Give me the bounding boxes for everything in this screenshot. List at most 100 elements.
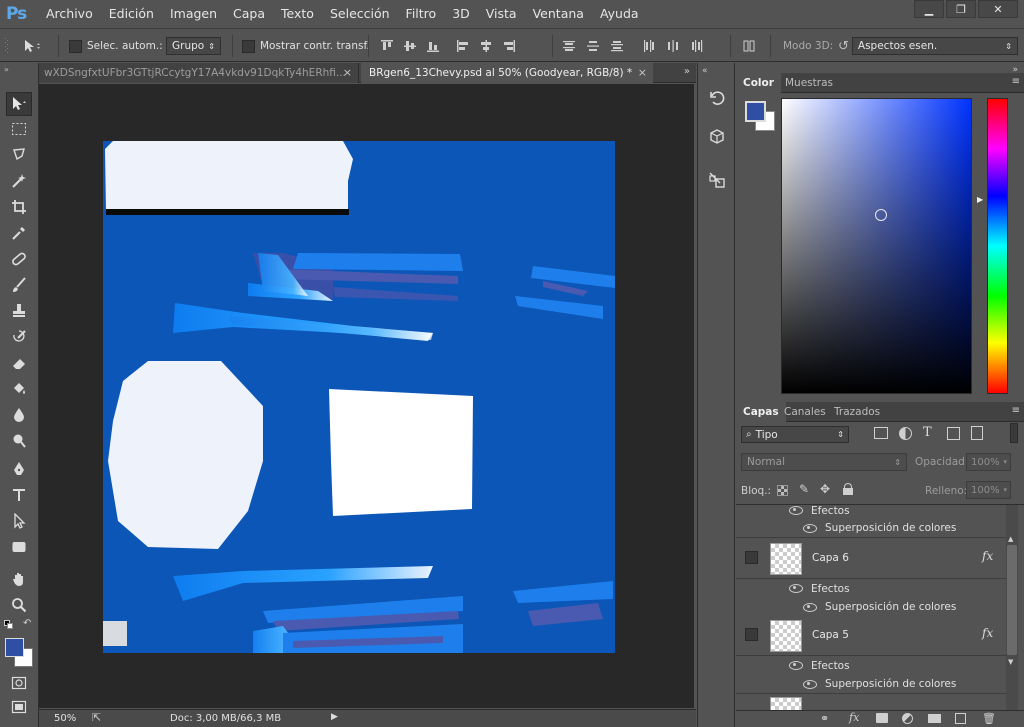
new-group-folder-icon[interactable]: [928, 714, 941, 723]
scrollbar-down-arrow-icon[interactable]: ▼: [1008, 658, 1013, 666]
properties-panel-icon[interactable]: [706, 169, 728, 191]
align-right-icon[interactable]: [500, 37, 518, 55]
menu-item-seleccion[interactable]: Selección: [322, 6, 398, 21]
opacity-field[interactable]: 100% ▾: [966, 453, 1011, 471]
filter-pixel-icon[interactable]: [874, 427, 888, 439]
fill-field[interactable]: 100% ▾: [966, 481, 1011, 499]
overlay-visibility-eye-icon[interactable]: [803, 523, 817, 533]
tab-color[interactable]: Color: [736, 73, 781, 93]
minimize-button[interactable]: ▁: [914, 0, 944, 18]
show-transform-checkbox[interactable]: [242, 39, 255, 53]
menu-item-ventana[interactable]: Ventana: [525, 6, 592, 21]
effects-row[interactable]: Efectos: [736, 656, 1006, 675]
menu-item-edicion[interactable]: Edición: [101, 6, 162, 21]
distribute-left-icon[interactable]: [640, 37, 658, 55]
align-vcenter-icon[interactable]: [401, 37, 419, 55]
swap-colors-icon[interactable]: ↶: [23, 618, 31, 629]
overlay-visibility-eye-icon[interactable]: [803, 602, 817, 612]
layer-fx-icon[interactable]: fx: [982, 626, 993, 640]
history-brush-icon[interactable]: [6, 325, 32, 349]
type-tool-icon[interactable]: [6, 483, 32, 507]
panel-menu-icon[interactable]: ≡: [1012, 405, 1020, 416]
color-panel-foreground-swatch[interactable]: [745, 101, 766, 122]
align-hcenter-icon[interactable]: [477, 37, 495, 55]
close-tab-icon[interactable]: ×: [638, 66, 647, 79]
effects-visibility-eye-icon[interactable]: [789, 661, 803, 670]
crop-tool-icon[interactable]: [6, 195, 32, 219]
panel-collapse-icon[interactable]: »: [4, 65, 9, 74]
layer-fx-icon[interactable]: fx: [982, 549, 993, 563]
hue-slider[interactable]: [987, 98, 1008, 394]
layer-mask-icon[interactable]: [876, 713, 888, 723]
effects-visibility-eye-icon[interactable]: [789, 506, 803, 515]
menu-item-imagen[interactable]: Imagen: [162, 6, 225, 21]
pen-tool-icon[interactable]: [6, 457, 32, 481]
quick-mask-icon[interactable]: [6, 671, 32, 695]
auto-align-icon[interactable]: [740, 37, 758, 55]
workspace-dropdown[interactable]: Aspectos esen. ⇕: [851, 37, 1018, 55]
menu-item-filtro[interactable]: Filtro: [398, 6, 445, 21]
clone-stamp-icon[interactable]: [6, 299, 32, 323]
tab-swatches[interactable]: Muestras: [778, 73, 840, 93]
brush-tool-icon[interactable]: [6, 273, 32, 297]
foreground-color-swatch[interactable]: [5, 638, 24, 657]
blend-mode-dropdown[interactable]: Normal ⇕: [741, 453, 907, 471]
layer-visibility-toggle[interactable]: [745, 551, 758, 564]
menu-item-texto[interactable]: Texto: [273, 6, 322, 21]
tab-channels[interactable]: Canales: [777, 402, 833, 422]
move-tool-icon[interactable]: [6, 92, 32, 116]
lock-position-icon[interactable]: ✥: [820, 482, 830, 496]
close-tab-icon[interactable]: ×: [343, 66, 352, 79]
distribute-bottom-icon[interactable]: [608, 37, 626, 55]
hand-tool-icon[interactable]: [6, 567, 32, 591]
tab-paths[interactable]: Trazados: [827, 402, 887, 422]
filter-shape-icon[interactable]: [947, 427, 960, 440]
layer-style-fx-icon[interactable]: fx: [849, 711, 859, 724]
auto-select-dropdown[interactable]: Grupo ⇕: [166, 37, 221, 55]
align-top-icon[interactable]: [378, 37, 396, 55]
blur-tool-icon[interactable]: [6, 403, 32, 427]
tab-document-1[interactable]: wXDSngfxtUFbr3GTtjRCcytgY17A4vkdv91DqkTy…: [39, 63, 359, 83]
filter-smart-object-icon[interactable]: [971, 426, 983, 440]
dodge-tool-icon[interactable]: [6, 429, 32, 453]
filter-type-icon[interactable]: T: [923, 425, 932, 440]
color-picker-field[interactable]: [781, 98, 972, 394]
effects-row[interactable]: Efectos: [736, 579, 1006, 598]
distribute-top-icon[interactable]: [560, 37, 578, 55]
document-workspace[interactable]: [39, 84, 694, 708]
scrollbar-up-arrow-icon[interactable]: ▲: [1008, 535, 1013, 543]
menu-item-capa[interactable]: Capa: [225, 6, 273, 21]
healing-brush-icon[interactable]: [6, 247, 32, 271]
tabs-overflow-icon[interactable]: »: [684, 66, 690, 77]
status-menu-arrow-icon[interactable]: ▶: [331, 712, 338, 722]
align-left-icon[interactable]: [454, 37, 472, 55]
lasso-tool-icon[interactable]: [6, 143, 32, 167]
filter-adjustment-icon[interactable]: [899, 427, 912, 440]
scrollbar-thumb[interactable]: [1007, 545, 1017, 655]
zoom-level[interactable]: 50%: [54, 713, 76, 724]
color-overlay-row[interactable]: Superposición de colores: [736, 598, 1006, 617]
marquee-tool-icon[interactable]: [6, 117, 32, 141]
paint-bucket-icon[interactable]: [6, 377, 32, 401]
screen-mode-icon[interactable]: [6, 695, 32, 719]
panel-menu-icon[interactable]: ≡: [1012, 76, 1020, 87]
layer-row-capa-6[interactable]: Capa 6 fx: [736, 539, 1006, 579]
link-layers-icon[interactable]: ⚭: [820, 712, 829, 725]
lock-transparent-icon[interactable]: [777, 485, 788, 496]
effects-row[interactable]: Efectos: [736, 505, 1006, 520]
path-selection-icon[interactable]: [6, 509, 32, 533]
new-layer-icon[interactable]: [955, 713, 966, 724]
distribute-right-icon[interactable]: [688, 37, 706, 55]
restore-button[interactable]: ❐: [946, 0, 976, 18]
overlay-visibility-eye-icon[interactable]: [803, 679, 817, 689]
delete-layer-trash-icon[interactable]: 🗑: [982, 712, 996, 725]
eyedropper-icon[interactable]: [6, 221, 32, 245]
layer-filter-dropdown[interactable]: ⌕ Tipo ⇕: [741, 426, 849, 443]
align-bottom-icon[interactable]: [424, 37, 442, 55]
filter-toggle-switch[interactable]: [1010, 423, 1018, 443]
distribute-hcenter-icon[interactable]: [664, 37, 682, 55]
menu-item-ayuda[interactable]: Ayuda: [592, 6, 647, 21]
magic-wand-icon[interactable]: [6, 169, 32, 193]
orbit-3d-icon[interactable]: ↺: [838, 39, 849, 54]
layer-name[interactable]: Capa 6: [812, 552, 849, 564]
